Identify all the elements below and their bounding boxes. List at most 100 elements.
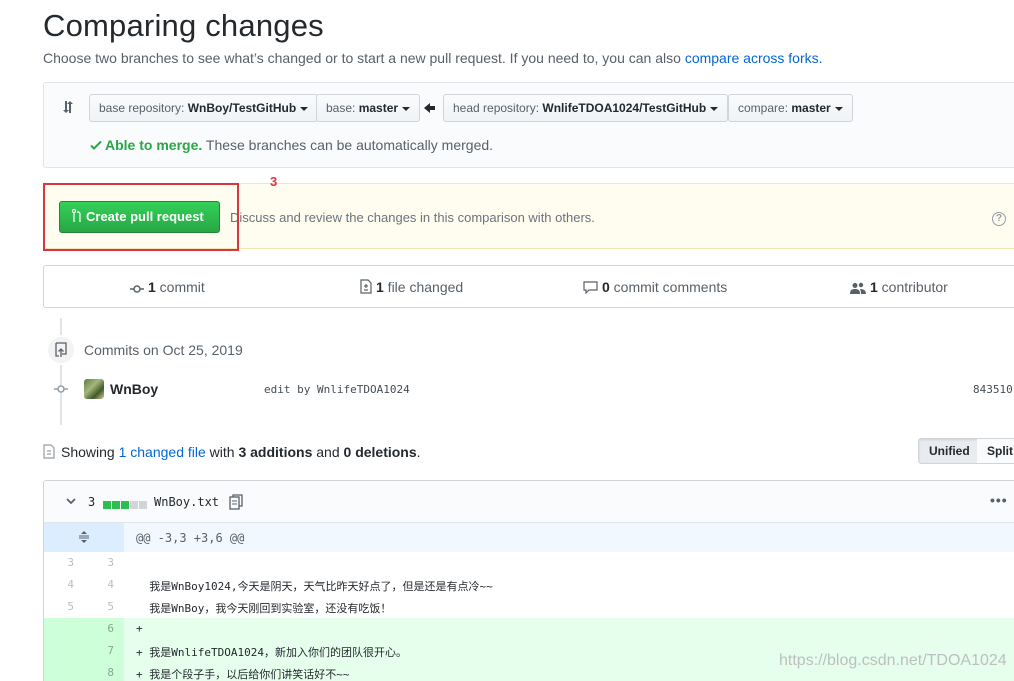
commits-count: 1 <box>148 279 156 295</box>
commits-date-heading: Commits on Oct 25, 2019 <box>84 342 243 358</box>
diffstat-bar <box>103 498 148 512</box>
hunk-header: @@ -3,3 +3,6 @@ <box>136 531 245 545</box>
old-line-number[interactable]: 3 <box>44 556 74 569</box>
new-line-number[interactable]: 6 <box>84 622 114 635</box>
commit-icon <box>54 385 68 393</box>
diff-line: 55 我是WnBoy，我今天刚回到实验室，还没有吃饭！ <box>44 596 1014 618</box>
commits-count-tab[interactable]: 1 commit <box>130 279 205 295</box>
base-repository-value: WnBoy/TestGitHub <box>187 101 297 115</box>
compare-branch-select[interactable]: compare: master <box>728 94 853 122</box>
expand-icon[interactable] <box>78 531 90 543</box>
old-line-number[interactable]: 4 <box>44 578 74 591</box>
diff-line-addition: 6 + <box>44 618 1014 640</box>
merge-ok-label: Able to merge. <box>105 137 203 153</box>
subtitle-text: Choose two branches to see what’s change… <box>43 50 685 66</box>
comments-count: 0 <box>602 279 610 295</box>
diff-summary: Showing 1 changed file with 3 additions … <box>43 444 421 460</box>
chevron-down-icon[interactable] <box>66 496 76 506</box>
summary-prefix: Showing <box>61 444 119 460</box>
summary-suffix: . <box>416 444 421 460</box>
old-line-number[interactable]: 5 <box>44 600 74 613</box>
range-editor: base repository: WnBoy/TestGitHub base: … <box>43 82 1014 168</box>
people-icon <box>850 282 866 294</box>
page-title: Comparing changes <box>43 8 324 43</box>
merge-status-text: These branches can be automatically merg… <box>202 137 494 153</box>
line-code: 我是WnBoy1024,今天是阴天，天气比昨天好点了，但是还是有点冷~~ <box>136 580 493 593</box>
comment-icon <box>583 281 598 294</box>
contributors-label: contributor <box>877 279 948 295</box>
diffstat-added-block <box>103 501 111 509</box>
commit-sha[interactable]: 843510 <box>973 383 1013 396</box>
base-repository-select[interactable]: base repository: WnBoy/TestGitHub <box>89 94 319 122</box>
new-line-number[interactable]: 5 <box>84 600 114 613</box>
merge-status: Able to merge. These branches can be aut… <box>90 137 493 153</box>
line-code: + <box>136 622 143 635</box>
changed-files-link[interactable]: 1 changed file <box>119 444 206 460</box>
compare-branch-value: master <box>791 101 831 115</box>
head-repository-value: WnlifeTDOA1024/TestGitHub <box>542 101 707 115</box>
compare-icon <box>63 101 73 113</box>
diff-line: 33 <box>44 552 1014 574</box>
split-view-button[interactable]: Split <box>977 438 1014 464</box>
question-icon[interactable]: ? <box>992 212 1006 226</box>
contributors-count: 1 <box>870 279 878 295</box>
head-repository-select[interactable]: head repository: WnlifeTDOA1024/TestGitH… <box>443 94 729 122</box>
file-header: 3 WnBoy.txt ••• <box>44 481 1014 523</box>
commit-author[interactable]: WnBoy <box>110 381 158 397</box>
commit-message[interactable]: edit by WnlifeTDOA1024 <box>264 383 410 396</box>
chevron-down-icon <box>402 106 411 111</box>
additions-count: 3 additions <box>238 444 313 460</box>
pr-description: Discuss and review the changes in this c… <box>230 210 595 225</box>
diff-line: 44 我是WnBoy1024,今天是阴天，天气比昨天好点了，但是还是有点冷~~ <box>44 574 1014 596</box>
check-icon <box>90 140 102 150</box>
chevron-down-icon <box>834 106 843 111</box>
new-line-number[interactable]: 3 <box>84 556 114 569</box>
new-line-number[interactable]: 7 <box>84 644 114 657</box>
head-repository-label: head repository: <box>453 101 543 115</box>
files-count: 1 <box>376 279 384 295</box>
chevron-down-icon <box>300 106 309 111</box>
summary-and: and <box>312 444 344 460</box>
line-code: + 我是个段子手，以后给你们讲笑话好不~~ <box>136 668 350 681</box>
watermark: https://blog.csdn.net/TDOA1024 <box>779 652 1007 669</box>
arrow-left-icon <box>424 103 435 113</box>
file-change-count: 3 <box>88 495 96 509</box>
unified-view-button[interactable]: Unified <box>918 438 981 464</box>
chevron-down-icon <box>710 106 719 111</box>
file-name[interactable]: WnBoy.txt <box>154 495 219 509</box>
base-branch-label: base: <box>326 101 359 115</box>
repo-push-icon <box>55 342 67 357</box>
contributors-tab[interactable]: 1 contributor <box>850 279 948 295</box>
diffstat-added-block <box>112 501 120 509</box>
commit-comments-tab[interactable]: 0 commit comments <box>583 279 727 295</box>
new-line-number[interactable]: 8 <box>84 666 114 679</box>
files-changed-tab[interactable]: 1 file changed <box>360 279 463 295</box>
commits-label: commit <box>155 279 205 295</box>
file-diff-icon <box>43 444 55 459</box>
hunk-header-row: @@ -3,3 +3,6 @@ <box>44 523 1014 552</box>
diffstat-neutral-block <box>139 501 147 509</box>
annotation-highlight-box <box>43 183 239 251</box>
compare-across-forks-link[interactable]: compare across forks. <box>685 50 823 66</box>
comments-label: commit comments <box>609 279 728 295</box>
diffstat-neutral-block <box>130 501 138 509</box>
new-line-number[interactable]: 4 <box>84 578 114 591</box>
page-subtitle: Choose two branches to see what’s change… <box>43 50 823 66</box>
compare-branch-label: compare: <box>738 101 792 115</box>
commits-badge <box>46 335 76 365</box>
avatar[interactable] <box>84 379 104 399</box>
file-diff-icon <box>360 279 372 294</box>
commit-icon <box>130 285 144 293</box>
base-branch-select[interactable]: base: master <box>316 94 421 122</box>
base-branch-value: master <box>358 101 399 115</box>
diffstat-added-block <box>121 501 129 509</box>
annotation-number: 3 <box>270 174 278 189</box>
clipboard-icon[interactable] <box>229 494 243 510</box>
summary-with: with <box>205 444 239 460</box>
files-label: file changed <box>383 279 464 295</box>
hunk-gutter <box>44 523 124 552</box>
line-code: 我是WnBoy，我今天刚回到实验室，还没有吃饭！ <box>136 602 392 615</box>
overall-summary: 1 commit 1 file changed 0 commit comment… <box>43 265 1014 308</box>
more-options-icon[interactable]: ••• <box>990 492 1008 508</box>
base-repository-label: base repository: <box>99 101 188 115</box>
